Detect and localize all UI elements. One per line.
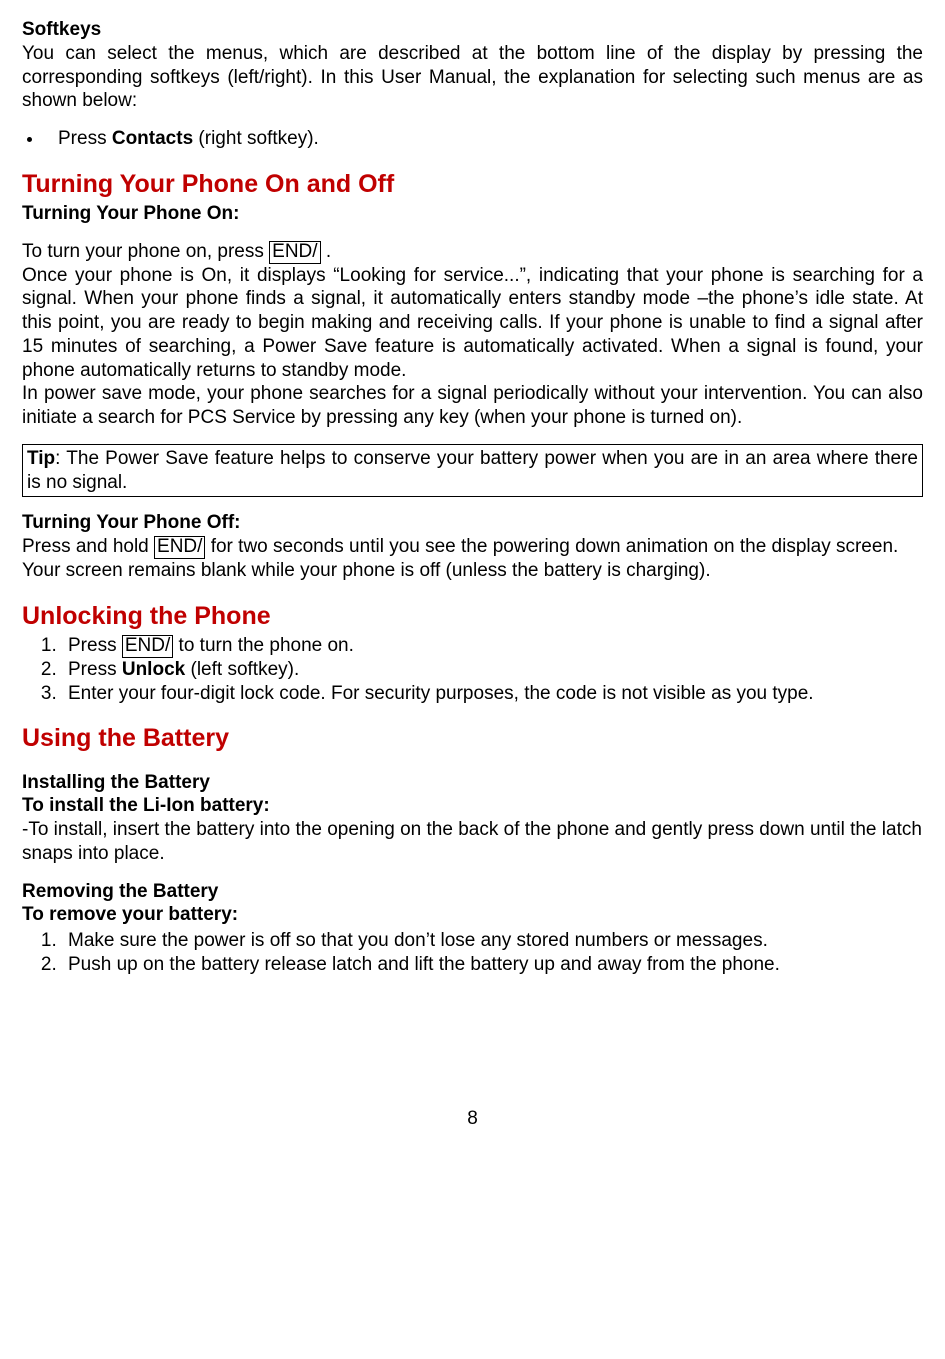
battery-heading: Using the Battery [22, 723, 923, 754]
tip-label: Tip [27, 448, 55, 469]
text: Press [68, 635, 122, 656]
text: To turn your phone on, press [22, 241, 269, 262]
text: . [321, 241, 332, 262]
end-key: END/ [154, 536, 205, 559]
tip-body: : The Power Save feature helps to conser… [27, 448, 918, 493]
text: Press [58, 128, 112, 149]
softkeys-paragraph: You can select the menus, which are desc… [22, 42, 923, 113]
remove-step-2: Push up on the battery release latch and… [62, 953, 923, 977]
install-battery-paragraph: -To install, insert the battery into the… [22, 818, 923, 866]
text: (right softkey). [193, 128, 319, 149]
remove-battery-sub2: To remove your battery: [22, 903, 923, 927]
unlocking-heading: Unlocking the Phone [22, 601, 923, 632]
turning-on-p3: In power save mode, your phone searches … [22, 382, 923, 430]
turning-on-p2: Once your phone is On, it displays “Look… [22, 264, 923, 383]
page-number: 8 [22, 1107, 923, 1131]
unlock-label: Unlock [122, 659, 185, 680]
install-battery-sub2: To install the Li-Ion battery: [22, 794, 923, 818]
unlock-step-2: Press Unlock (left softkey). [62, 658, 923, 682]
softkeys-bullet: Press Contacts (right softkey). [44, 127, 923, 151]
text: Press and hold [22, 536, 154, 557]
turning-on-p1: To turn your phone on, press END/ . [22, 240, 923, 264]
unlock-step-3: Enter your four-digit lock code. For sec… [62, 682, 923, 706]
contacts-label: Contacts [112, 128, 193, 149]
remove-battery-sub1: Removing the Battery [22, 880, 923, 904]
text: (left softkey). [185, 659, 299, 680]
turning-heading: Turning Your Phone On and Off [22, 169, 923, 200]
text: Press [68, 659, 122, 680]
text: to turn the phone on. [173, 635, 354, 656]
tip-box: Tip: The Power Save feature helps to con… [22, 444, 923, 498]
turning-off-subhead: Turning Your Phone Off: [22, 511, 923, 535]
turning-off-p1: Press and hold END/ for two seconds unti… [22, 535, 923, 583]
end-key: END/ [269, 241, 320, 264]
end-key: END/ [122, 635, 173, 658]
unlock-step-1: Press END/ to turn the phone on. [62, 634, 923, 658]
turning-on-subhead: Turning Your Phone On: [22, 202, 923, 226]
install-battery-sub1: Installing the Battery [22, 771, 923, 795]
remove-step-1: Make sure the power is off so that you d… [62, 929, 923, 953]
softkeys-heading: Softkeys [22, 18, 923, 42]
